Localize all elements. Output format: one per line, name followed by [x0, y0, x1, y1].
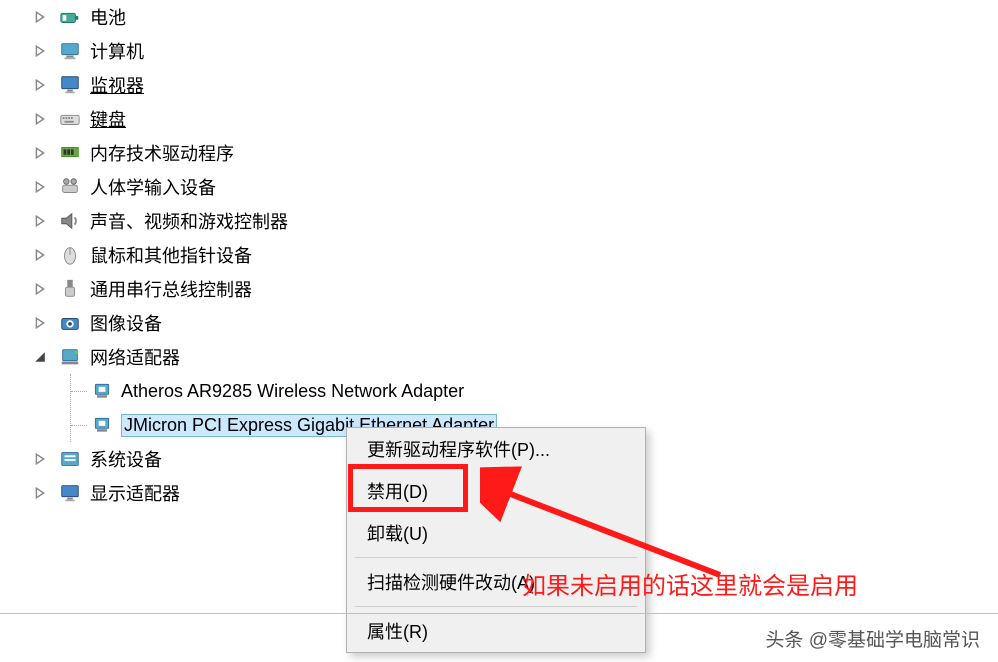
menu-item[interactable]: 更新驱动程序软件(P)...: [347, 428, 645, 470]
tree-node-label[interactable]: 人体学输入设备: [90, 174, 216, 200]
tree-node-label[interactable]: 显示适配器: [90, 480, 180, 506]
tree-node-label[interactable]: 鼠标和其他指针设备: [90, 242, 252, 268]
tree-node[interactable]: 监视器: [30, 68, 497, 102]
expander-right-icon[interactable]: [30, 7, 50, 27]
netcard-icon: [91, 414, 113, 436]
watermark: 头条 @零基础学电脑常识: [765, 625, 980, 652]
tree-node-label[interactable]: 键盘: [90, 106, 126, 132]
monitor-icon: [58, 73, 82, 97]
annotation-text: 如果未启用的话这里就会是启用: [522, 566, 858, 601]
expander-right-icon[interactable]: [30, 211, 50, 231]
tree-node-label[interactable]: 系统设备: [90, 446, 162, 472]
expander-right-icon[interactable]: [30, 245, 50, 265]
tree-node[interactable]: 内存技术驱动程序: [30, 136, 497, 170]
context-menu[interactable]: 更新驱动程序软件(P)...禁用(D)卸载(U)扫描检测硬件改动(A)属性(R): [346, 427, 646, 653]
tree-child-node[interactable]: Atheros AR9285 Wireless Network Adapter: [71, 374, 497, 408]
tree-node[interactable]: 鼠标和其他指针设备: [30, 238, 497, 272]
network-icon: [58, 345, 82, 369]
system-icon: [58, 447, 82, 471]
expander-right-icon[interactable]: [30, 109, 50, 129]
expander-right-icon[interactable]: [30, 75, 50, 95]
tree-node-label[interactable]: 内存技术驱动程序: [90, 140, 234, 166]
tree-node-label[interactable]: 通用串行总线控制器: [90, 276, 252, 302]
menu-item[interactable]: 属性(R): [347, 610, 645, 652]
expander-down-icon[interactable]: [30, 347, 50, 367]
memory-icon: [58, 141, 82, 165]
tree-node[interactable]: 通用串行总线控制器: [30, 272, 497, 306]
tree-node-label[interactable]: 计算机: [90, 38, 144, 64]
tree-node[interactable]: 键盘: [30, 102, 497, 136]
usb-icon: [58, 277, 82, 301]
divider: [0, 613, 998, 614]
netcard-icon: [91, 380, 113, 402]
sound-icon: [58, 209, 82, 233]
tree-node-label[interactable]: 监视器: [90, 72, 144, 98]
menu-item[interactable]: 卸载(U): [347, 512, 645, 554]
tree-node[interactable]: 网络适配器: [30, 340, 497, 374]
battery-icon: [58, 5, 82, 29]
tree-node[interactable]: 计算机: [30, 34, 497, 68]
menu-separator: [355, 606, 637, 607]
expander-right-icon[interactable]: [30, 483, 50, 503]
tree-node-label[interactable]: 图像设备: [90, 310, 162, 336]
tree-node-label[interactable]: 声音、视频和游戏控制器: [90, 208, 288, 234]
expander-right-icon[interactable]: [30, 279, 50, 299]
imaging-icon: [58, 311, 82, 335]
tree-node[interactable]: 声音、视频和游戏控制器: [30, 204, 497, 238]
tree-node[interactable]: 图像设备: [30, 306, 497, 340]
expander-right-icon[interactable]: [30, 143, 50, 163]
expander-right-icon[interactable]: [30, 313, 50, 333]
expander-right-icon[interactable]: [30, 449, 50, 469]
expander-right-icon[interactable]: [30, 41, 50, 61]
menu-separator: [355, 557, 637, 558]
hid-icon: [58, 175, 82, 199]
mouse-icon: [58, 243, 82, 267]
keyboard-icon: [58, 107, 82, 131]
tree-node[interactable]: 人体学输入设备: [30, 170, 497, 204]
menu-item[interactable]: 禁用(D): [347, 470, 645, 512]
tree-child-label[interactable]: Atheros AR9285 Wireless Network Adapter: [121, 381, 464, 402]
computer-icon: [58, 39, 82, 63]
tree-node-label[interactable]: 网络适配器: [90, 344, 180, 370]
tree-node-label[interactable]: 电池: [90, 4, 126, 30]
expander-right-icon[interactable]: [30, 177, 50, 197]
tree-node[interactable]: 电池: [30, 0, 497, 34]
display-icon: [58, 481, 82, 505]
